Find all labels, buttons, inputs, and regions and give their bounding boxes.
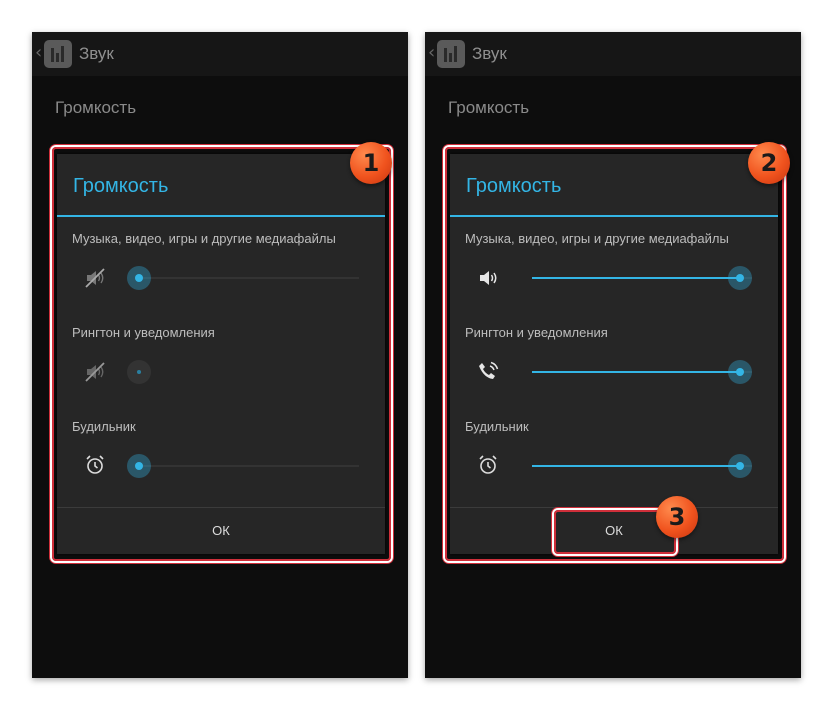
back-chevron-icon[interactable]: ‹ (428, 43, 435, 63)
section-title: Громкость (55, 98, 137, 117)
action-bar: ‹ Звук (32, 32, 408, 76)
app-title: Звук (79, 44, 114, 63)
back-chevron-icon[interactable]: ‹ (35, 43, 42, 63)
step-badge-3: 3 (656, 496, 698, 538)
app-title: Звук (472, 44, 507, 63)
section-title: Громкость (448, 98, 530, 117)
equalizer-app-icon[interactable] (44, 40, 72, 68)
equalizer-app-icon[interactable] (437, 40, 465, 68)
highlight-dialog-left (52, 147, 391, 561)
step-badge-1: 1 (350, 142, 392, 184)
action-bar: ‹ Звук (425, 32, 801, 76)
highlight-dialog-right (445, 147, 784, 561)
step-badge-2: 2 (748, 142, 790, 184)
